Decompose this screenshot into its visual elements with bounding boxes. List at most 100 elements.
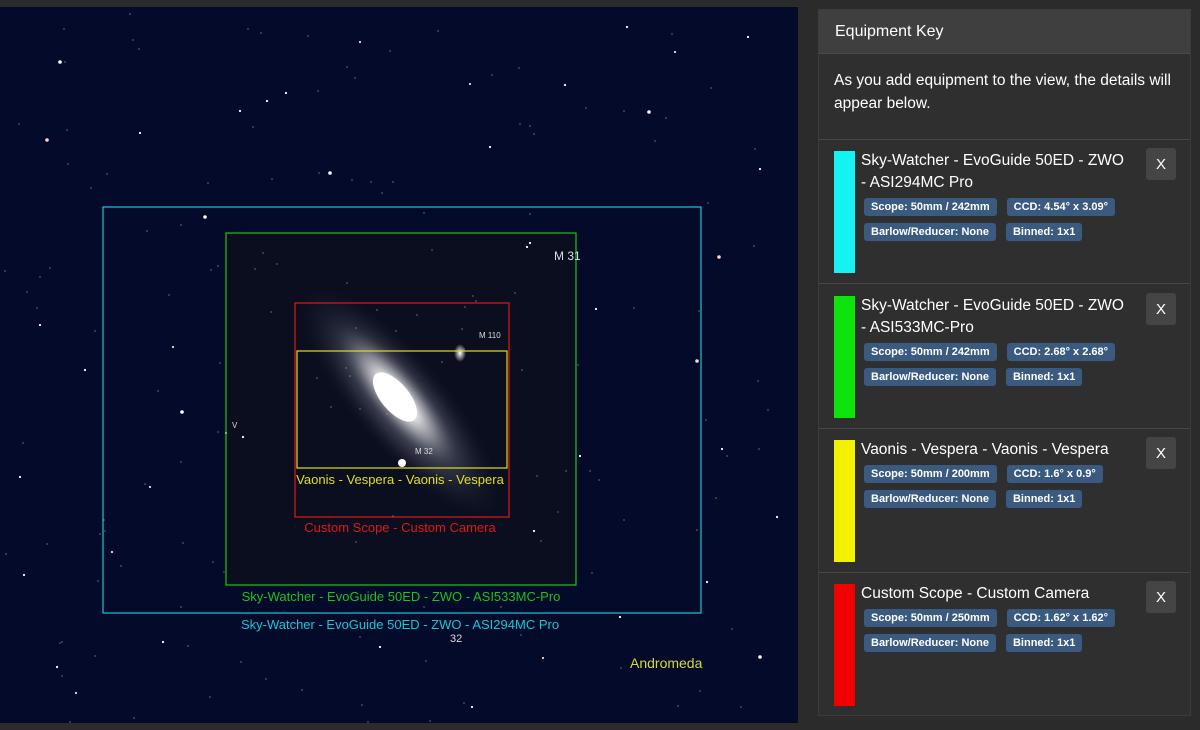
star — [217, 265, 219, 267]
equipment-badges: Scope: 50mm / 200mm CCD: 1.6° x 0.9° Bar… — [864, 465, 1154, 515]
scope-badge: Scope: 50mm / 242mm — [864, 198, 997, 216]
barlow-badge: Barlow/Reducer: None — [864, 634, 996, 652]
panel-intro-text: As you add equipment to the view, the de… — [819, 54, 1190, 140]
star — [618, 615, 622, 619]
star — [345, 367, 347, 369]
star — [707, 202, 709, 204]
star — [532, 529, 536, 533]
star — [180, 461, 182, 463]
fov-label-vespera: Vaonis - Vespera - Vaonis - Vespera — [296, 472, 504, 487]
star — [577, 364, 579, 366]
star — [540, 540, 542, 542]
star — [665, 117, 667, 119]
star — [18, 475, 22, 479]
star — [468, 82, 472, 86]
star — [758, 167, 762, 171]
star — [461, 328, 463, 330]
star — [129, 13, 131, 15]
star — [654, 140, 656, 142]
star — [83, 368, 87, 372]
star — [754, 148, 756, 150]
equipment-color-swatch — [834, 296, 855, 418]
star — [182, 542, 184, 544]
star — [316, 377, 318, 379]
star — [437, 30, 439, 32]
object-label-m31: M 31 — [554, 249, 581, 263]
star — [416, 314, 418, 316]
scope-badge: Scope: 50mm / 242mm — [864, 343, 997, 361]
star — [705, 419, 707, 421]
star — [740, 706, 742, 708]
star — [671, 33, 673, 35]
star — [180, 224, 182, 226]
m32-galaxy — [398, 459, 406, 467]
equipment-item: Sky-Watcher - EvoGuide 50ED - ZWO - ASI5… — [819, 285, 1190, 429]
star — [63, 28, 65, 30]
star — [525, 245, 529, 249]
star — [67, 163, 69, 165]
star — [180, 606, 182, 608]
star — [710, 87, 712, 89]
star — [623, 110, 625, 112]
star — [110, 550, 114, 554]
star — [647, 110, 651, 114]
star — [472, 295, 474, 297]
equipment-title: Sky-Watcher - EvoGuide 50ED - ZWO - ASI5… — [861, 297, 1124, 336]
star — [358, 40, 362, 44]
star — [370, 181, 372, 183]
star — [61, 641, 63, 643]
star — [585, 107, 587, 109]
star — [349, 375, 351, 377]
remove-equipment-button[interactable]: X — [1146, 293, 1176, 325]
equipment-color-swatch — [834, 440, 855, 562]
star — [355, 327, 357, 329]
star — [270, 311, 272, 313]
star — [39, 276, 41, 278]
star — [144, 483, 146, 485]
star — [219, 362, 221, 364]
binned-badge: Binned: 1x1 — [1005, 223, 1083, 241]
star — [746, 35, 750, 39]
remove-equipment-button[interactable]: X — [1146, 148, 1176, 180]
star — [265, 678, 267, 680]
sky-canvas[interactable]: Vaonis - Vespera - Vaonis - Vespera Cust… — [0, 7, 798, 730]
star — [591, 572, 593, 574]
star — [519, 123, 521, 125]
star — [22, 573, 26, 577]
star — [423, 212, 425, 214]
equipment-color-swatch — [834, 584, 855, 706]
star — [381, 192, 383, 194]
star — [241, 435, 245, 439]
star — [620, 667, 622, 669]
star — [715, 497, 717, 499]
star — [565, 470, 567, 472]
ccd-badge: CCD: 2.68° x 2.68° — [1006, 343, 1116, 361]
star — [425, 660, 427, 662]
star — [514, 292, 516, 294]
star — [696, 529, 698, 531]
star — [284, 91, 288, 95]
star — [521, 369, 523, 371]
star — [207, 182, 209, 184]
star — [775, 515, 779, 519]
fov-label-asi533: Sky-Watcher - EvoGuide 50ED - ZWO - ASI5… — [242, 589, 561, 604]
star — [265, 99, 269, 103]
star — [90, 187, 92, 189]
star — [330, 406, 332, 408]
object-label-m110: M 110 — [479, 331, 501, 340]
star — [695, 359, 699, 363]
star — [359, 636, 361, 638]
star — [252, 126, 254, 128]
sky-view[interactable]: Vaonis - Vespera - Vaonis - Vespera Cust… — [0, 0, 798, 723]
star — [376, 309, 378, 311]
star — [623, 519, 625, 521]
star — [212, 561, 214, 563]
star — [301, 689, 303, 691]
star — [625, 25, 629, 29]
panel-title: Equipment Key — [835, 22, 944, 40]
star — [209, 696, 211, 698]
ccd-badge: CCD: 1.62° x 1.62° — [1006, 609, 1116, 627]
star — [463, 702, 465, 704]
fov-label-asi294: Sky-Watcher - EvoGuide 50ED - ZWO - ASI2… — [241, 617, 559, 632]
star — [633, 307, 635, 309]
